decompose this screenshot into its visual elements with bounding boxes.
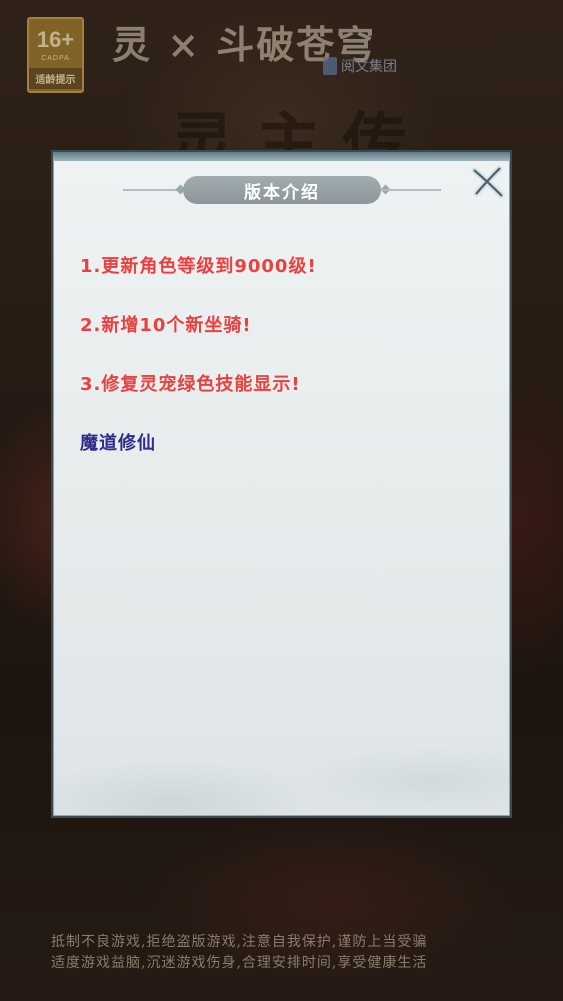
age-rating-tip: 适龄提示: [29, 68, 82, 89]
publisher-logo: 阅文集团: [323, 56, 397, 76]
health-notice-line: 适度游戏益脑,沉迷游戏伤身,合理安排时间,享受健康生活: [51, 955, 428, 971]
health-notice-line: 抵制不良游戏,拒绝盗版游戏,注意自我保护,谨防上当受骗: [51, 934, 428, 950]
title-divider-left: [123, 189, 183, 191]
health-game-notice: 抵制不良游戏,拒绝盗版游戏,注意自我保护,谨防上当受骗 适度游戏益脑,沉迷游戏伤…: [51, 932, 521, 974]
publisher-icon: [323, 57, 337, 75]
age-rating-badge: 16+ CADPA 适龄提示: [27, 17, 84, 93]
publisher-name: 阅文集团: [341, 59, 397, 75]
version-info-dialog: 版本介绍 1.更新角色等级到9000级! 2.新增10个新坐骑! 3.修复灵宠绿…: [51, 150, 512, 818]
dialog-top-border: [53, 152, 510, 161]
dialog-title: 版本介绍: [183, 176, 381, 204]
age-rating-org: CADPA: [41, 55, 70, 62]
age-rating-number: 16+: [36, 27, 75, 52]
version-note-item: 1.更新角色等级到9000级!: [80, 256, 317, 277]
close-icon: [471, 165, 505, 199]
version-note-footer: 魔道修仙: [80, 433, 156, 454]
version-note-item: 3.修复灵宠绿色技能显示!: [80, 374, 301, 395]
version-note-item: 2.新增10个新坐骑!: [80, 315, 252, 336]
close-button[interactable]: [468, 162, 508, 202]
version-notes: 1.更新角色等级到9000级! 2.新增10个新坐骑! 3.修复灵宠绿色技能显示…: [80, 252, 490, 488]
title-divider-right: [381, 189, 441, 191]
